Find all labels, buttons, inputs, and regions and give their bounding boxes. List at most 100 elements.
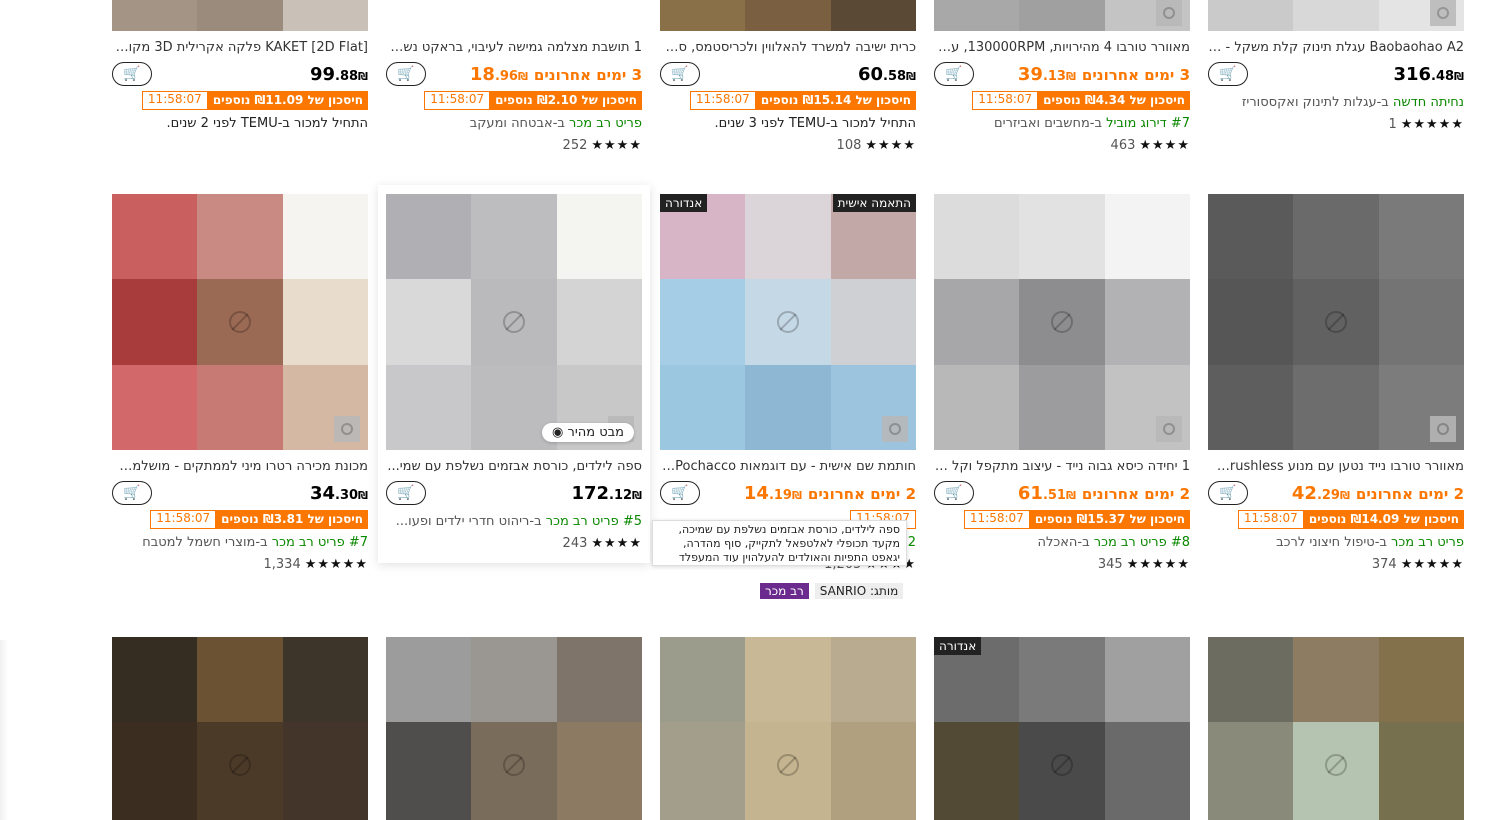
product-image[interactable] — [1208, 637, 1464, 820]
product-image[interactable] — [1208, 0, 1464, 31]
product-meta[interactable]: נחיתה חדשה ב-עגלות לתינוק ואקססוריז — [1208, 93, 1464, 113]
product-meta[interactable]: #7 פריט רב מכר ב-מוצרי חשמל למטבח — [112, 533, 368, 553]
scroll-shadow — [0, 640, 8, 820]
product-meta[interactable]: פריט רב מכר ב-טיפול חיצוני לרכב — [1208, 533, 1464, 553]
product-image[interactable] — [934, 194, 1190, 450]
last-days-label: 2 ימים אחרונים — [1355, 484, 1464, 503]
add-to-cart-button[interactable]: 🛒 — [112, 62, 152, 86]
product-image[interactable]: מבט מהיר ◉ — [386, 194, 642, 450]
star-icon: ★★★★★ — [304, 557, 368, 572]
product-meta[interactable]: #8 פריט רב מכר ב-האכלה — [934, 533, 1190, 553]
no-image-icon — [1051, 754, 1073, 776]
rating: ★★★★★1,334 — [112, 556, 368, 574]
review-count: 243 — [562, 536, 588, 551]
product-card[interactable]: כרית ישיבה למשרד להאלווין ולכריסטמס, ספ.… — [660, 31, 916, 155]
price-row: 2 ימים אחרונים 14.19₪ 🛒 — [660, 478, 916, 508]
product-image[interactable] — [112, 637, 368, 820]
add-to-cart-button[interactable]: 🛒 — [660, 62, 700, 86]
add-to-cart-button[interactable]: 🛒 — [112, 481, 152, 505]
product-title[interactable]: חותמת שם אישית - עם דוגמאות Pochacco ... — [660, 458, 916, 476]
add-to-cart-button[interactable]: 🛒 — [386, 481, 426, 505]
eye-icon: ◉ — [552, 425, 568, 440]
product-card[interactable]: מאוורר טורבו נייד נטען עם מנוע Brushless… — [1208, 194, 1464, 574]
andorra-badge: אנדורה — [660, 194, 708, 212]
product-image[interactable]: אנדורה — [934, 637, 1190, 820]
rating: ★★★★243 — [386, 535, 642, 553]
price-decimal: .58 — [883, 68, 907, 84]
product-title[interactable]: מאוורר טורבו 4 מהירויות, 130000RPM, עם 5… — [934, 39, 1190, 57]
no-image-icon — [777, 311, 799, 333]
add-to-cart-button[interactable]: 🛒 — [386, 62, 426, 86]
add-to-cart-icon: 🛒 — [945, 485, 963, 501]
price-decimal: .96 — [494, 68, 518, 84]
star-icon: ★★★★ — [865, 138, 916, 153]
price-row: 3 ימים אחרונים 39.13₪ 🛒 — [934, 59, 1190, 89]
rating: ★★★★252 — [386, 137, 642, 155]
product-card[interactable]: התאמה אישית אנדורה חותמת שם אישית - עם דוג… — [660, 194, 916, 574]
review-count: 1,334 — [263, 557, 301, 572]
product-card[interactable]: Baobaohao A2 עגלת תינוק קלת משקל - עג...… — [1208, 31, 1464, 134]
product-image[interactable] — [386, 0, 642, 31]
add-to-cart-button[interactable]: 🛒 — [934, 481, 974, 505]
price: 42.29₪ — [1292, 483, 1350, 504]
add-to-cart-icon: 🛒 — [123, 485, 141, 501]
product-meta[interactable]: פריט רב מכר ב-אבטחה ומעקב — [386, 114, 642, 134]
rating: ★★★★★345 — [934, 556, 1190, 574]
price-group: 2 ימים אחרונים 61.51₪ — [1018, 483, 1190, 504]
countdown-timer: 11:58:07 — [972, 91, 1039, 110]
product-title[interactable]: 1 יחידה כיסא גבוה נייד - עיצוב מתקפל וקל… — [934, 458, 1190, 476]
rating: ★★★★★1 — [1208, 116, 1464, 134]
ranking-label: #7 דירוג מוביל — [1106, 116, 1190, 131]
product-card[interactable]: KAKET [2D Flat] פלקה אקרילית 3D מקורבת..… — [112, 31, 368, 134]
countdown-timer: 11:58:07 — [150, 510, 217, 529]
star-icon: ★★★★ — [1139, 138, 1190, 153]
savings-badge: חיסכון של ₪4.34 נוספים — [1038, 91, 1190, 110]
product-image[interactable] — [112, 0, 368, 31]
product-card[interactable]: 1 יחידה כיסא גבוה נייד - עיצוב מתקפל וקל… — [934, 194, 1190, 574]
product-image[interactable] — [386, 637, 642, 820]
review-count: 463 — [1110, 138, 1136, 153]
product-image[interactable] — [934, 0, 1190, 31]
last-days-label: 3 ימים אחרונים — [533, 65, 642, 84]
product-card[interactable]: מכונת מכירה רטרו מיני לממתקים - מושלמת..… — [112, 194, 368, 574]
product-title[interactable]: ספה לילדים, כורסת אבזמים נשלפת עם שמי... — [386, 458, 642, 476]
star-icon: ★★★★★ — [1400, 117, 1464, 132]
product-image[interactable] — [660, 637, 916, 820]
add-to-cart-button[interactable]: 🛒 — [934, 62, 974, 86]
add-to-cart-icon: 🛒 — [945, 66, 963, 82]
product-title[interactable]: מאוורר טורבו נייד נטען עם מנוע Brushless… — [1208, 458, 1464, 476]
product-card[interactable]: 1 תושבת מצלמה גמישה לעיבוי, בראקט נשל...… — [386, 31, 642, 155]
price-group: 172.12₪ — [571, 483, 642, 504]
add-to-cart-button[interactable]: 🛒 — [660, 481, 700, 505]
savings-badge: חיסכון של ₪2.10 נוספים — [490, 91, 642, 110]
product-meta[interactable]: #5 פריט רב מכר ב-ריהוט חדרי ילדים ופעו..… — [386, 512, 642, 532]
product-title[interactable]: KAKET [2D Flat] פלקה אקרילית 3D מקורבת..… — [112, 39, 368, 57]
savings-row: חיסכון של ₪15.37 נוספים 11:58:07 — [934, 510, 1190, 529]
product-image[interactable] — [660, 0, 916, 31]
product-tags: מותג: SANRIO רב מכר — [760, 583, 904, 599]
product-card[interactable]: מבט מהיר ◉ ספה לילדים, כורסת אבזמים נשלפת… — [386, 194, 642, 553]
add-to-cart-icon: 🛒 — [1219, 66, 1237, 82]
product-title[interactable]: Baobaohao A2 עגלת תינוק קלת משקל - עג... — [1208, 39, 1464, 57]
product-image[interactable] — [112, 194, 368, 450]
product-title[interactable]: מכונת מכירה רטרו מיני לממתקים - מושלמת..… — [112, 458, 368, 476]
product-title[interactable]: 1 תושבת מצלמה גמישה לעיבוי, בראקט נשל... — [386, 39, 642, 57]
product-title[interactable]: כרית ישיבה למשרד להאלווין ולכריסטמס, ספ.… — [660, 39, 916, 57]
product-image[interactable]: התאמה אישית אנדורה — [660, 194, 916, 450]
product-image[interactable] — [1208, 194, 1464, 450]
price-integer: 42 — [1291, 482, 1317, 504]
gear-placeholder-icon — [1430, 0, 1456, 26]
category-label: ב-האכלה — [1037, 535, 1094, 550]
category-label: ב-מוצרי חשמל למטבח — [142, 535, 272, 550]
add-to-cart-button[interactable]: 🛒 — [1208, 62, 1248, 86]
currency-symbol: ₪ — [791, 488, 802, 502]
product-meta[interactable]: #7 דירוג מוביל ב-מחשבים ואביזרים — [934, 114, 1190, 134]
price-decimal: .88 — [335, 68, 359, 84]
add-to-cart-button[interactable]: 🛒 — [1208, 481, 1248, 505]
product-meta[interactable]: התחיל למכור ב-TEMU לפני 3 שנים. — [660, 114, 916, 134]
product-meta[interactable]: התחיל למכור ב-TEMU לפני 2 שנים. — [112, 114, 368, 134]
quick-view-button[interactable]: מבט מהיר ◉ — [542, 423, 634, 442]
add-to-cart-icon: 🛒 — [1219, 485, 1237, 501]
product-card[interactable]: מאוורר טורבו 4 מהירויות, 130000RPM, עם 5… — [934, 31, 1190, 155]
category-label: ב-ריהוט חדרי ילדים ופעו... — [395, 514, 546, 529]
